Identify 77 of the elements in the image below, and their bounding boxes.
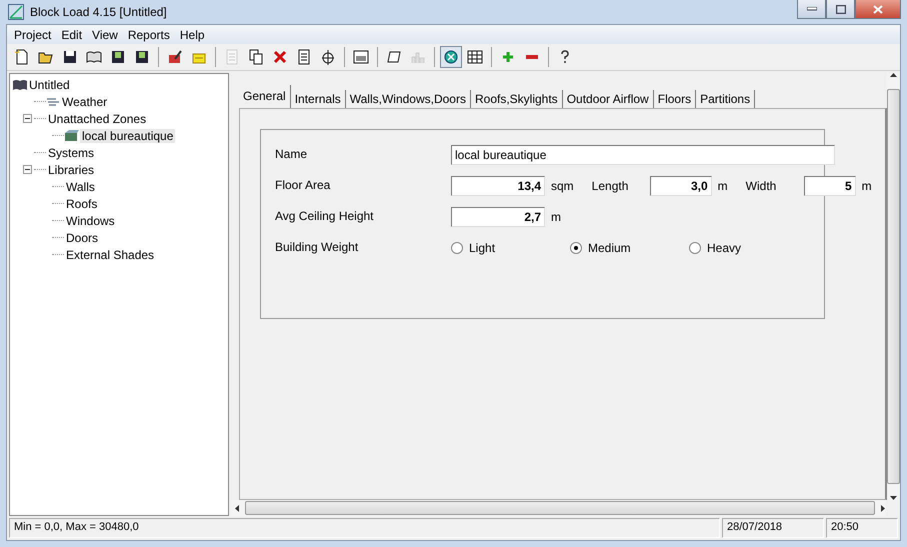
horizontal-scrollbar[interactable] (231, 500, 885, 516)
menu-item[interactable]: Edit (56, 28, 88, 42)
window-title: Block Load 4.15 [Untitled] (30, 5, 168, 19)
status-date: 28/07/2018 (722, 518, 824, 538)
radio-option[interactable]: Medium (570, 241, 683, 255)
unit-label: sqm (551, 179, 574, 193)
field-label: Building Weight (275, 239, 360, 256)
tree-item[interactable]: External Shades (64, 248, 156, 262)
new-document-icon (14, 49, 30, 65)
field-label: Avg Ceiling Height (275, 208, 375, 225)
tree-item[interactable]: Doors (64, 230, 100, 244)
tree-item[interactable]: Unattached Zones (46, 112, 148, 126)
maximize-icon (836, 4, 846, 14)
menu-item[interactable]: Project (9, 28, 56, 42)
width-field[interactable]: 5 (804, 176, 856, 196)
radio-button[interactable] (570, 242, 582, 254)
app-icon (8, 4, 24, 20)
floor-area-field[interactable]: 13,4 (451, 176, 545, 196)
minimize-button[interactable] (797, 0, 826, 19)
minus-sign-icon (25, 169, 30, 170)
minimize-icon (806, 7, 816, 11)
tab[interactable]: Floors (654, 90, 696, 108)
close-button[interactable] (855, 0, 901, 19)
tree-item[interactable]: Roofs (64, 196, 100, 210)
name-field[interactable]: local bureautique (451, 145, 835, 165)
minus-sign-icon (25, 118, 30, 119)
radio-button[interactable] (689, 242, 701, 254)
unit-label: m (718, 179, 728, 193)
grid-icon (467, 49, 483, 65)
field-label: Floor Area (275, 177, 332, 194)
document-icon (224, 49, 240, 65)
field-label: Length (592, 179, 630, 193)
vertical-scrollbar[interactable] (887, 73, 900, 500)
tree-item[interactable]: Weather (60, 94, 110, 108)
status-message: Min = 0,0, Max = 30480,0 (9, 518, 720, 538)
copy-icon (248, 49, 264, 65)
radio-option[interactable]: Heavy (689, 241, 802, 255)
collapse-toggle[interactable] (23, 114, 32, 123)
field-label: Name (275, 146, 308, 163)
tree-item[interactable]: Untitled (27, 78, 72, 92)
menu-item[interactable]: View (87, 28, 123, 42)
tab[interactable]: Partitions (696, 90, 756, 108)
close-icon (873, 4, 883, 14)
toolbar-button[interactable] (440, 46, 462, 68)
status-time: 20:50 (826, 518, 898, 538)
collapse-toggle[interactable] (23, 165, 32, 174)
tree-item[interactable]: Windows (64, 214, 117, 228)
tab[interactable]: Walls,Windows,Doors (346, 90, 471, 108)
unit-label: m (862, 179, 872, 193)
tree-item[interactable]: Walls (64, 180, 97, 194)
down-arrow-icon[interactable] (890, 496, 897, 500)
unit-label: m (551, 210, 561, 224)
book-icon (86, 49, 102, 65)
tab[interactable]: Outdoor Airflow (562, 90, 654, 108)
menu-item[interactable]: Reports (122, 28, 175, 42)
radio-option[interactable]: Light (451, 241, 564, 255)
field-label: Width (746, 179, 778, 193)
minus-icon (526, 55, 538, 59)
left-arrow-icon[interactable] (235, 504, 239, 512)
book-icon (13, 78, 27, 90)
document-icon (296, 49, 312, 65)
up-arrow-icon[interactable] (890, 73, 897, 77)
tree-item[interactable]: local bureautique (80, 128, 176, 142)
ceiling-height-field[interactable]: 2,7 (451, 207, 545, 227)
length-field[interactable]: 3,0 (650, 176, 712, 196)
right-arrow-icon[interactable] (881, 504, 885, 512)
building-icon (64, 130, 80, 142)
plus-icon (500, 49, 516, 65)
radio-button[interactable] (451, 242, 463, 254)
wind-icon (46, 96, 60, 108)
tab[interactable]: Roofs,Skylights (470, 90, 563, 108)
tab[interactable]: Internals (290, 90, 346, 108)
tree-item[interactable]: Systems (46, 146, 96, 160)
delete-icon (272, 49, 288, 65)
maximize-button[interactable] (826, 0, 855, 19)
menu-item[interactable]: Help (174, 28, 210, 42)
tree-item[interactable]: Libraries (46, 162, 96, 176)
